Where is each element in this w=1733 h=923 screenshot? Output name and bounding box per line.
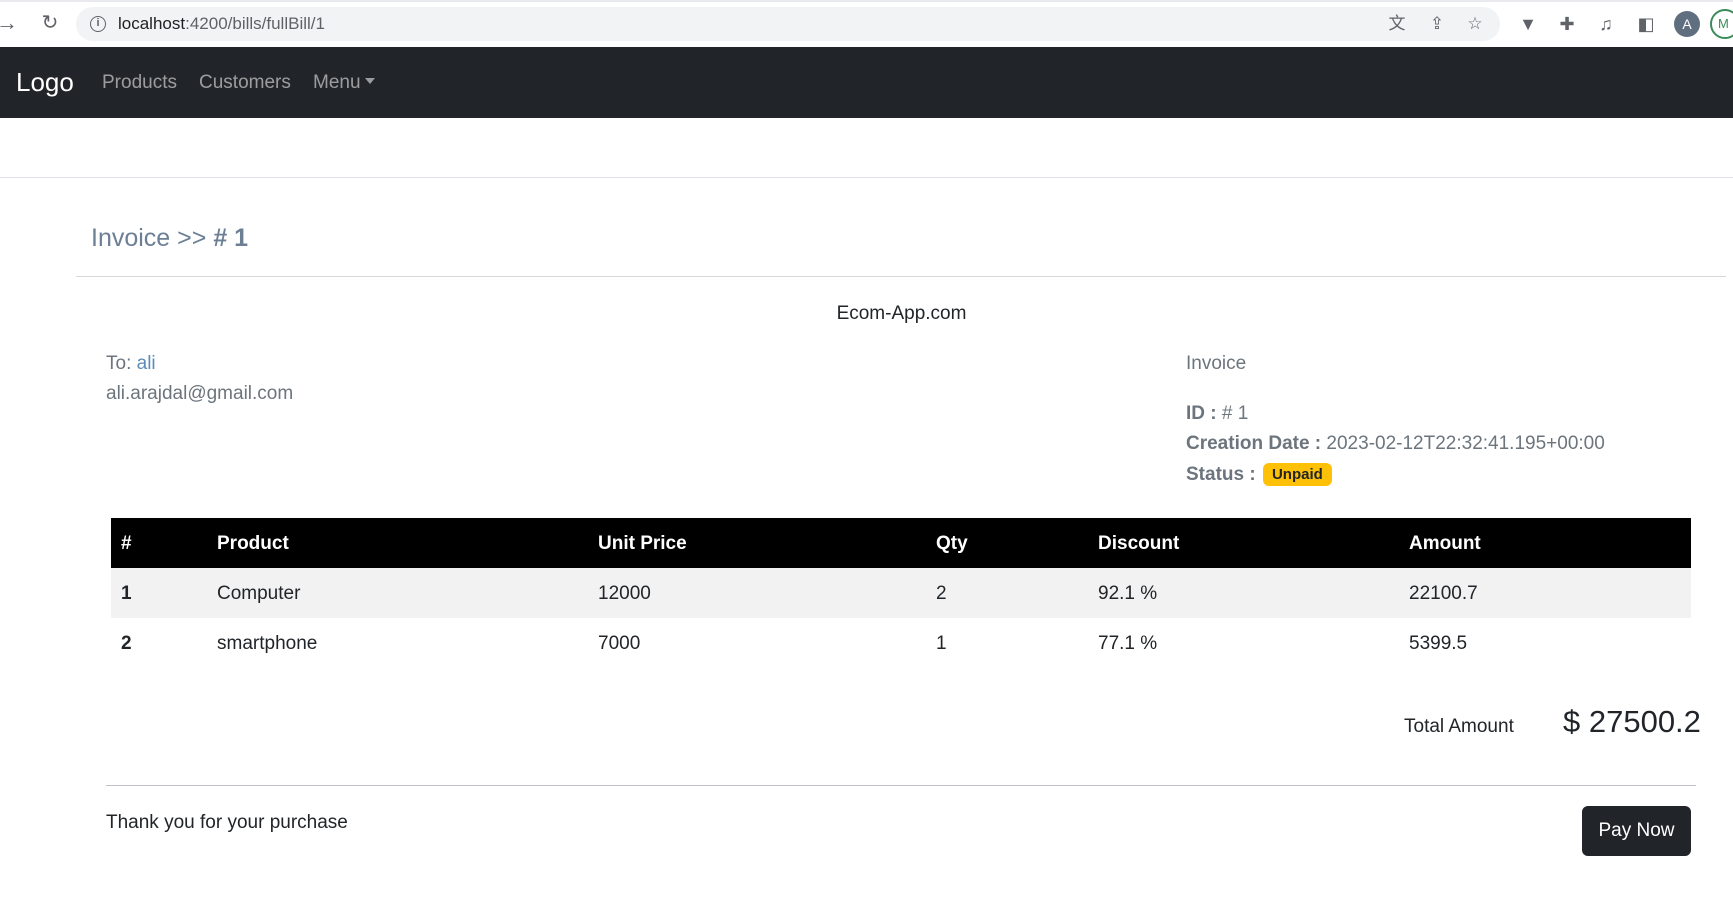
nav-menu-label: Menu	[313, 72, 361, 93]
table-header-cell: Amount	[1409, 533, 1481, 554]
nav-menu-dropdown[interactable]: Menu	[313, 72, 375, 94]
browser-toolbar: → ↻ i localhost:4200/bills/fullBill/1 文 …	[0, 0, 1733, 47]
table-cell: 22100.7	[1409, 583, 1478, 604]
caret-down-icon	[364, 78, 375, 85]
tab-strip-edge	[0, 0, 1733, 2]
media-control-icon[interactable]: ♫	[1594, 12, 1618, 36]
footer-divider	[106, 785, 1696, 786]
page-title-prefix: Invoice >>	[91, 224, 214, 252]
url-text[interactable]: localhost:4200/bills/fullBill/1	[118, 14, 325, 34]
recipient-label: To:	[106, 353, 137, 374]
table-header-cell: #	[121, 533, 132, 554]
url-host: localhost	[118, 14, 186, 33]
reload-icon[interactable]: ↻	[38, 11, 62, 35]
recipient-line: To: ali	[106, 353, 156, 375]
invoice-id-label: ID :	[1186, 403, 1222, 424]
table-cell: 1	[121, 583, 132, 604]
bookmark-star-icon[interactable]: ☆	[1464, 13, 1486, 35]
app-navbar: Logo Products Customers Menu	[0, 47, 1733, 118]
side-panel-icon[interactable]: ◧	[1634, 12, 1658, 36]
table-cell: 92.1 %	[1098, 583, 1158, 604]
company-name: Ecom-App.com	[836, 303, 967, 324]
divider	[0, 177, 1733, 178]
table-header-cell: Product	[217, 533, 289, 554]
invoice-date-value: 2023-02-12T22:32:41.195+00:00	[1326, 433, 1605, 454]
site-info-icon[interactable]: i	[90, 16, 106, 32]
total-amount-value: $ 27500.2	[1563, 704, 1701, 739]
share-icon[interactable]: ⇪	[1426, 13, 1448, 35]
extensions-puzzle-icon[interactable]: ✚	[1555, 12, 1579, 36]
brand-logo[interactable]: Logo	[16, 67, 74, 98]
invoice-items-table: # Product Unit Price Qty Discount Amount…	[111, 518, 1691, 668]
forward-arrow-icon[interactable]: →	[0, 11, 20, 35]
table-header-cell: Qty	[936, 533, 968, 554]
url-path: :4200/bills/fullBill/1	[185, 14, 325, 33]
nav-link-products[interactable]: Products	[102, 72, 177, 94]
table-cell: smartphone	[217, 633, 318, 654]
table-header-row: # Product Unit Price Qty Discount Amount	[111, 518, 1691, 568]
secondary-profile-avatar[interactable]: M	[1710, 9, 1733, 39]
address-bar[interactable]: i localhost:4200/bills/fullBill/1 文 ⇪ ☆	[76, 7, 1500, 41]
total-amount-label: Total Amount	[1404, 716, 1514, 737]
thank-you-message: Thank you for your purchase	[106, 812, 348, 833]
profile-avatar[interactable]: A	[1674, 11, 1700, 37]
pay-now-button[interactable]: Pay Now	[1582, 806, 1691, 856]
table-cell: 2	[121, 633, 132, 654]
page-title-number: # 1	[213, 224, 249, 252]
vue-devtools-icon[interactable]: ▼	[1516, 12, 1540, 36]
recipient-name-link[interactable]: ali	[137, 353, 156, 374]
recipient-email: ali.arajdal@gmail.com	[106, 383, 294, 404]
table-row: 1 Computer 12000 2 92.1 % 22100.7	[111, 568, 1691, 618]
invoice-heading: Invoice	[1186, 353, 1247, 374]
invoice-id-value: # 1	[1221, 403, 1249, 424]
table-header-cell: Unit Price	[598, 533, 687, 554]
table-cell: 7000	[598, 633, 641, 654]
invoice-status-label: Status :	[1186, 464, 1261, 485]
table-cell: 77.1 %	[1098, 633, 1158, 654]
page-title: Invoice >> # 1	[91, 224, 248, 253]
nav-link-customers[interactable]: Customers	[199, 72, 291, 94]
invoice-date-label: Creation Date :	[1186, 433, 1327, 454]
translate-icon[interactable]: 文	[1386, 13, 1408, 35]
table-row: 2 smartphone 7000 1 77.1 % 5399.5	[111, 618, 1691, 668]
table-cell: 12000	[598, 583, 651, 604]
status-badge: Unpaid	[1262, 463, 1332, 486]
title-divider	[76, 276, 1726, 277]
invoice-id: ID : # 1	[1186, 403, 1248, 425]
table-header-cell: Discount	[1098, 533, 1180, 554]
invoice-date: Creation Date : 2023-02-12T22:32:41.195+…	[1186, 433, 1605, 455]
table-cell: 5399.5	[1409, 633, 1468, 654]
table-cell: 1	[936, 633, 947, 654]
table-cell: 2	[936, 583, 947, 604]
table-cell: Computer	[217, 583, 301, 604]
invoice-status: Status : Unpaid	[1186, 463, 1332, 486]
